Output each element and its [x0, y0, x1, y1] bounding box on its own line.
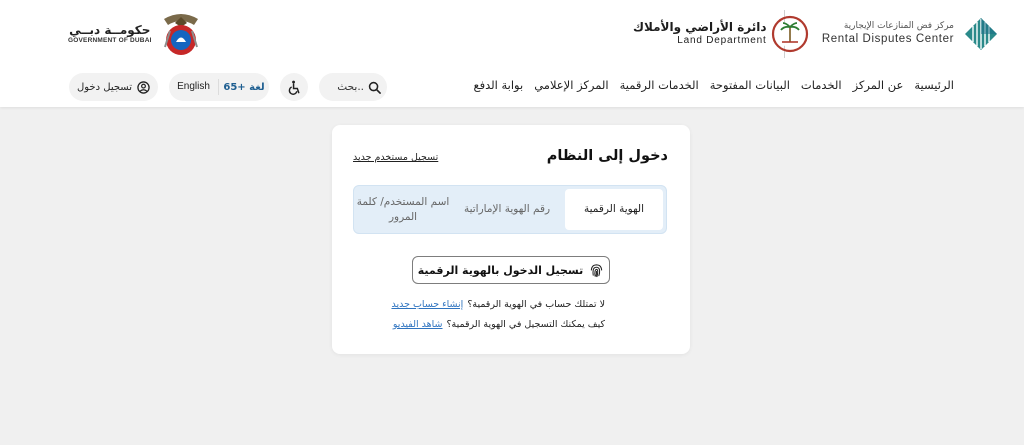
gov-logo-english: GOVERNMENT OF DUBAI	[68, 37, 152, 45]
nav-item-digital-services[interactable]: الخدمات الرقمية	[620, 78, 699, 92]
land-logo-text: دائرة الأراضي والأملاك Land Department	[633, 20, 767, 47]
government-of-dubai-logo[interactable]: حكومــة دبــي GOVERNMENT OF DUBAI	[68, 8, 206, 60]
search-input[interactable]: بحث..	[319, 73, 387, 101]
nav-item-about[interactable]: عن المركز	[853, 78, 904, 92]
help-video-text: كيف يمكنك التسجيل في الهوية الرقمية؟	[446, 319, 605, 330]
tab-username-password[interactable]: اسم المستخدم/ كلمة المرور	[354, 186, 452, 233]
language-switcher: English 65+ لغة	[169, 73, 269, 101]
header-login-button[interactable]: تسجيل دخول	[69, 73, 158, 101]
rdc-logo-english: Rental Disputes Center	[821, 33, 954, 46]
land-department-logo-icon	[771, 15, 808, 53]
search-icon	[368, 81, 381, 94]
header-login-label: تسجيل دخول	[77, 81, 132, 93]
dubai-government-emblem-icon	[163, 14, 198, 55]
create-account-link[interactable]: إنشاء حساب جديد	[391, 299, 463, 310]
help-line-video: كيف يمكنك التسجيل في الهوية الرقمية؟ شاه…	[393, 319, 605, 330]
rdc-logo[interactable]: مركز فض المنازعات الإيجارية Rental Dispu…	[822, 14, 997, 54]
accessibility-button[interactable]	[280, 73, 308, 101]
nav-item-open-data[interactable]: البيانات المفتوحة	[710, 78, 790, 92]
nav-item-payment-gateway[interactable]: بوابة الدفع	[473, 78, 523, 92]
login-title: دخول إلى النظام	[546, 148, 668, 164]
help-create-account-text: لا تمتلك حساب في الهوية الرقمية؟	[467, 299, 605, 310]
gov-logo-arabic: حكومــة دبــي	[69, 22, 151, 37]
nav-item-home[interactable]: الرئيسية	[914, 78, 954, 92]
user-circle-icon	[137, 80, 150, 94]
rdc-logo-arabic: مركز فض المنازعات الإيجارية	[843, 21, 954, 32]
nav-item-services[interactable]: الخدمات	[801, 78, 842, 92]
rdc-logo-icon	[965, 18, 997, 50]
login-card: دخول إلى النظام تسجيل مستخدم جديد الهوية…	[332, 125, 690, 354]
watch-video-link[interactable]: شاهد الفيديو	[393, 319, 443, 330]
land-department-logo[interactable]: دائرة الأراضي والأملاك Land Department	[633, 14, 809, 54]
uaepass-login-button[interactable]: تسجيل الدخول بالهوية الرقمية	[412, 256, 610, 284]
login-method-tabs: الهوية الرقمية رقم الهوية الإماراتية اسم…	[353, 185, 667, 234]
gov-logo-text: حكومــة دبــي GOVERNMENT OF DUBAI	[68, 23, 152, 45]
nav-item-media-center[interactable]: المركز الإعلامي	[534, 78, 608, 92]
site-header: مركز فض المنازعات الإيجارية Rental Dispu…	[0, 0, 1024, 107]
fingerprint-icon	[591, 263, 603, 277]
rdc-logo-text: مركز فض المنازعات الإيجارية Rental Dispu…	[822, 21, 954, 47]
help-line-create-account: لا تمتلك حساب في الهوية الرقمية؟ إنشاء ح…	[391, 299, 605, 310]
search-placeholder: بحث..	[337, 81, 364, 93]
tab-digital-id[interactable]: الهوية الرقمية	[565, 189, 663, 230]
register-new-user-link[interactable]: تسجيل مستخدم جديد	[353, 152, 438, 163]
land-logo-english: Land Department	[677, 35, 767, 47]
tab-emirates-id[interactable]: رقم الهوية الإماراتية	[452, 186, 562, 233]
land-logo-arabic: دائرة الأراضي والأملاك	[633, 20, 767, 35]
more-languages-button[interactable]: 65+ لغة	[219, 82, 269, 93]
language-english-button[interactable]: English	[169, 79, 219, 95]
accessibility-icon	[288, 80, 299, 95]
main-nav: الرئيسية عن المركز الخدمات البيانات المف…	[473, 78, 954, 92]
uaepass-login-label: تسجيل الدخول بالهوية الرقمية	[417, 263, 584, 277]
